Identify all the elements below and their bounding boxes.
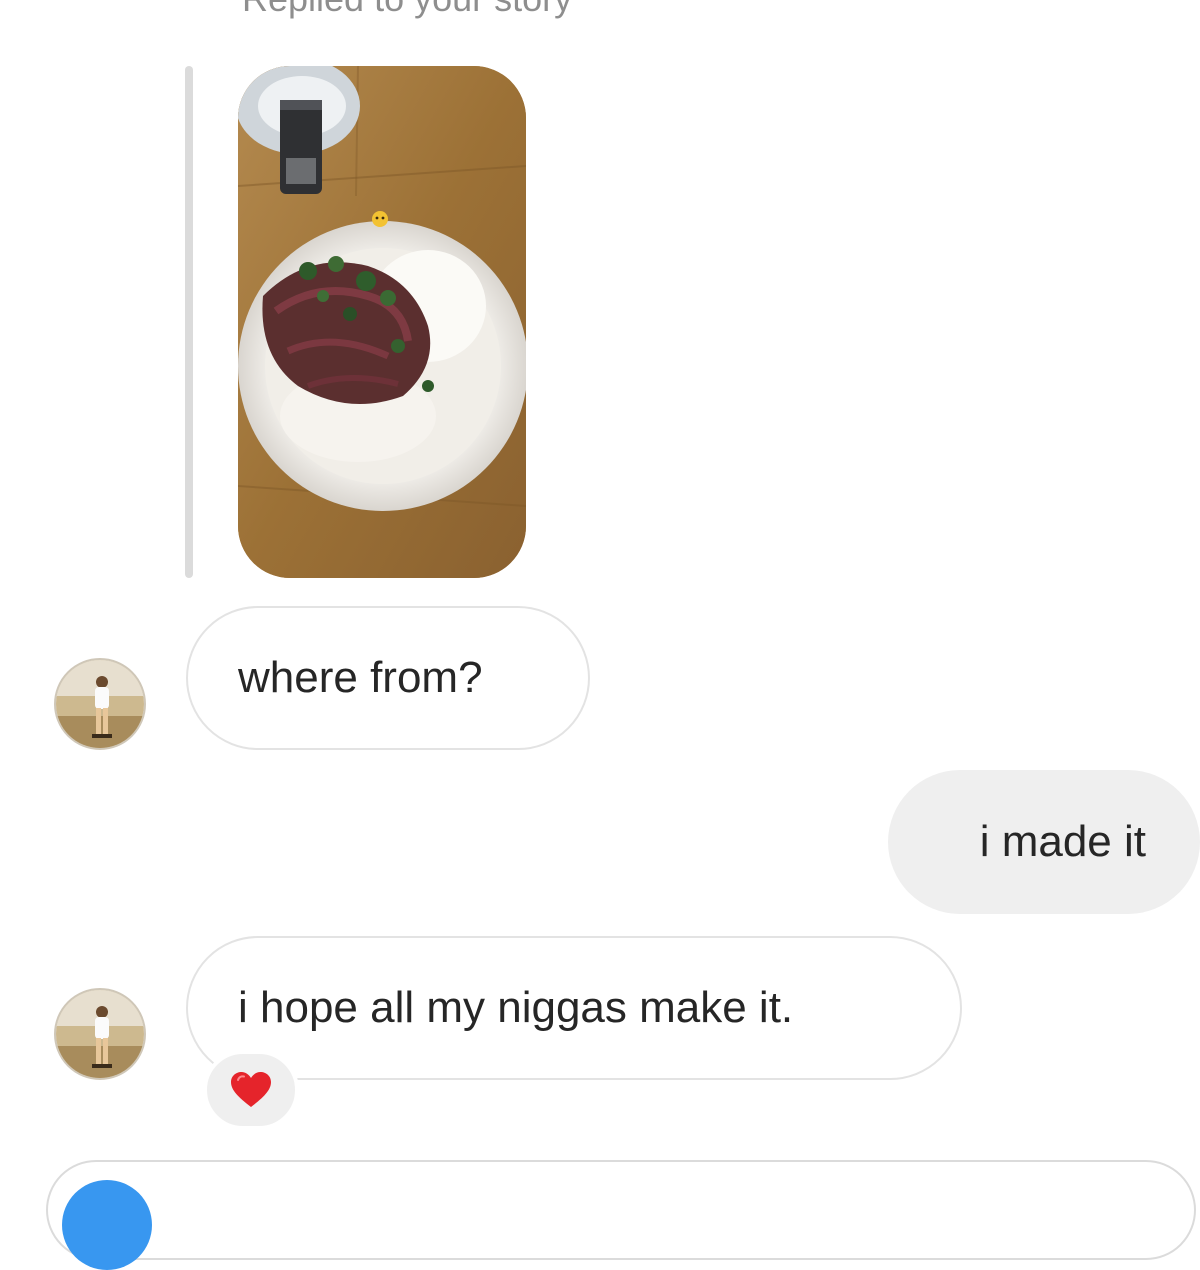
message-text: where from? — [238, 653, 483, 702]
message-text: i hope all my niggas make it. — [238, 983, 794, 1032]
incoming-message-bubble[interactable]: where from? — [186, 606, 590, 750]
heart-icon — [231, 1072, 271, 1107]
reply-indicator-bar — [185, 66, 193, 578]
sender-avatar[interactable] — [54, 988, 146, 1080]
incoming-message-bubble[interactable]: i hope all my niggas make it. — [186, 936, 962, 1080]
avatar-image — [56, 660, 144, 748]
story-reply-label: Replied to your story — [242, 0, 572, 20]
message-text: i made it — [979, 817, 1146, 866]
sender-avatar[interactable] — [54, 658, 146, 750]
food-photo-image — [238, 66, 526, 578]
message-reaction[interactable] — [203, 1050, 299, 1130]
message-input[interactable] — [46, 1160, 1196, 1260]
story-thumbnail[interactable] — [238, 66, 526, 578]
outgoing-message-bubble[interactable]: i made it — [888, 770, 1200, 914]
avatar-image — [56, 990, 144, 1078]
camera-button[interactable] — [62, 1180, 152, 1270]
